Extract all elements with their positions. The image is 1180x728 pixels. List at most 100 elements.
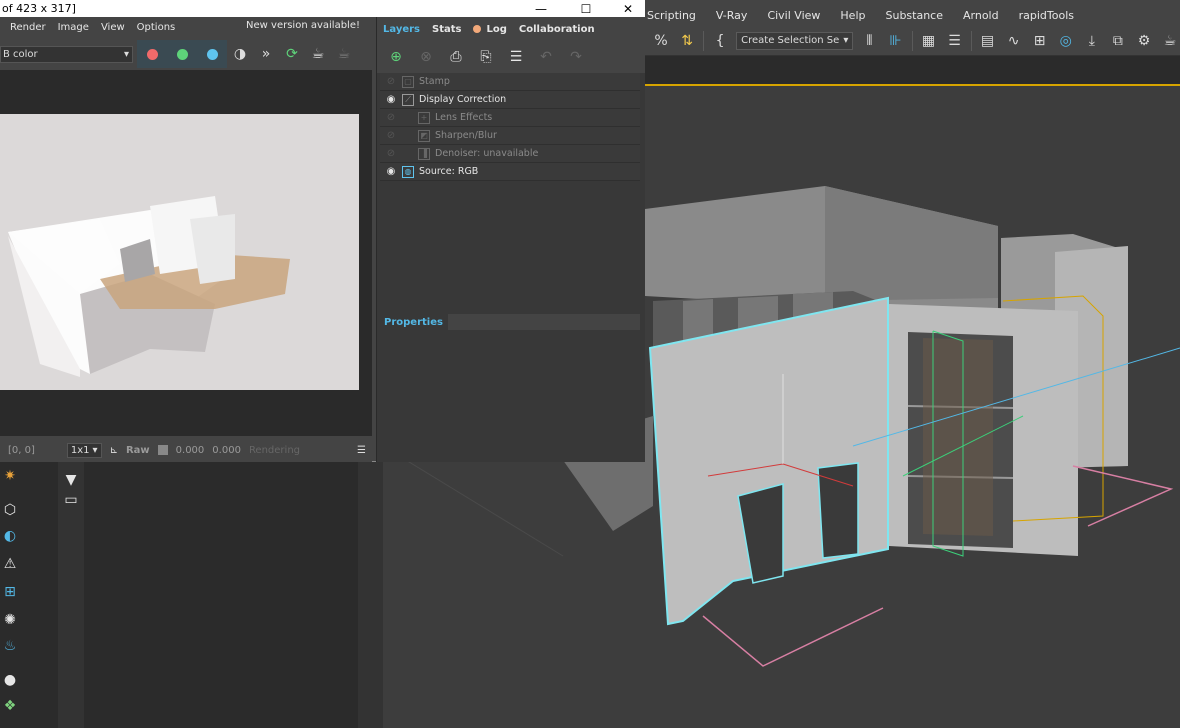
update-render-icon[interactable]: ⟳ bbox=[279, 40, 305, 68]
more-tools-icon[interactable]: » bbox=[253, 40, 279, 68]
visibility-eye-icon[interactable]: ◉ bbox=[380, 166, 402, 177]
rendered-image bbox=[0, 114, 359, 390]
menu-rapidtools[interactable]: rapidTools bbox=[1009, 9, 1084, 22]
close-button[interactable]: ✕ bbox=[608, 0, 648, 17]
multi-material-icon[interactable]: ❖ bbox=[0, 696, 20, 716]
stamp-icon: ▢ bbox=[402, 75, 414, 88]
vfb-menu-options[interactable]: Options bbox=[131, 22, 182, 33]
visibility-eye-icon[interactable]: ◉ bbox=[380, 94, 402, 105]
command-panel-scroll[interactable] bbox=[358, 462, 383, 728]
layer-label: Denoiser: unavailable bbox=[435, 148, 539, 159]
menu-scripting[interactable]: Scripting bbox=[645, 9, 706, 22]
menu-civil-view[interactable]: Civil View bbox=[757, 9, 830, 22]
menu-substance[interactable]: Substance bbox=[875, 9, 953, 22]
red-channel-button[interactable] bbox=[137, 40, 167, 68]
zoom-dropdown[interactable]: 1x1 ▾ bbox=[66, 442, 102, 458]
save-layers-icon[interactable]: ⎙ bbox=[443, 44, 469, 70]
percent-snap-icon[interactable]: % bbox=[651, 30, 671, 52]
vfb-statusbar: [0, 0] 1x1 ▾ ⊾ Raw 0.000 0.000 Rendering… bbox=[0, 438, 372, 462]
mono-channel-icon[interactable]: ◑ bbox=[227, 40, 253, 68]
visibility-toggle-icon[interactable]: ⊘ bbox=[380, 130, 402, 141]
layer-row[interactable]: ⊘ ▢ Stamp bbox=[380, 73, 640, 91]
grass-icon[interactable]: ✺ bbox=[0, 610, 20, 630]
new-version-notice[interactable]: New version available! bbox=[246, 20, 360, 31]
selection-set-label: Create Selection Se bbox=[741, 35, 840, 46]
filter-icon[interactable]: ▼ bbox=[61, 470, 81, 490]
maximize-button[interactable]: ☐ bbox=[566, 0, 606, 17]
layer-list: ⊘ ▢ Stamp ◉ ⟋ Display Correction ⊘ + Len… bbox=[380, 73, 640, 181]
layer-explorer-icon[interactable]: ☰ bbox=[944, 30, 964, 52]
load-layers-icon[interactable]: ⎘ bbox=[473, 44, 499, 70]
layer-row[interactable]: ⊘ + Lens Effects bbox=[380, 109, 640, 127]
back-wall-right bbox=[825, 186, 998, 301]
mirror-icon[interactable]: ⫴ bbox=[859, 30, 879, 52]
layers-panel: Layers Stats Log Collaboration ⊕ ⊗ ⎙ ⎘ ☰… bbox=[376, 17, 645, 462]
channel-select[interactable]: B color ▾ bbox=[0, 45, 133, 63]
layers-toolbar: ⊕ ⊗ ⎙ ⎘ ☰ ↶ ↷ bbox=[377, 41, 645, 73]
edit-named-selection-icon[interactable]: { bbox=[710, 30, 730, 52]
visibility-toggle-icon[interactable]: ⊘ bbox=[380, 112, 402, 123]
green-channel-button[interactable] bbox=[167, 40, 197, 68]
raw-checkbox[interactable] bbox=[157, 445, 168, 455]
blue-channel-button[interactable] bbox=[197, 40, 227, 68]
tab-collaboration[interactable]: Collaboration bbox=[513, 24, 601, 35]
ribbon-toggle-icon[interactable]: ▤ bbox=[977, 30, 997, 52]
log-icon[interactable]: ☰ bbox=[357, 445, 366, 456]
quick-render-icon[interactable]: ◎ bbox=[1056, 30, 1076, 52]
vfb-menu-render[interactable]: Render bbox=[0, 22, 52, 33]
render-production-icon[interactable]: ☕ bbox=[1160, 30, 1180, 52]
chevron-down-icon: ▾ bbox=[123, 48, 129, 60]
menu-help[interactable]: Help bbox=[830, 9, 875, 22]
panel-splitter[interactable] bbox=[380, 307, 643, 311]
visibility-toggle-icon[interactable]: ⊘ bbox=[380, 148, 402, 159]
align-icon[interactable]: ⊪ bbox=[885, 30, 905, 52]
channel-select-value: B color bbox=[3, 48, 38, 60]
menu-vray[interactable]: V-Ray bbox=[706, 9, 758, 22]
layer-label: Sharpen/Blur bbox=[435, 130, 497, 141]
fire-icon[interactable]: ♨ bbox=[0, 636, 20, 656]
box-icon[interactable]: ⬡ bbox=[0, 500, 20, 520]
layer-row[interactable]: ◉ ◍ Source: RGB bbox=[380, 163, 640, 181]
layer-row[interactable]: ◉ ⟋ Display Correction bbox=[380, 91, 640, 109]
create-selection-set-dropdown[interactable]: Create Selection Se ▾ bbox=[736, 31, 854, 50]
interactive-render-icon[interactable]: ☕ bbox=[331, 40, 357, 68]
viewport-label-strip bbox=[645, 56, 1180, 86]
display-icon[interactable]: ▭ bbox=[61, 490, 81, 510]
redo-icon[interactable]: ↷ bbox=[563, 44, 589, 70]
sun-icon[interactable]: ✷ bbox=[0, 466, 20, 486]
render-setup-icon[interactable]: ⧉ bbox=[1108, 30, 1128, 52]
vfb-titlebar: of 423 x 317] — ☐ ✕ bbox=[0, 0, 645, 17]
tab-log[interactable]: Log bbox=[467, 24, 512, 35]
command-panel-filter-column: ▼ ▭ bbox=[58, 462, 84, 728]
layer-row[interactable]: ⊘ ◩ Sharpen/Blur bbox=[380, 127, 640, 145]
undo-icon[interactable]: ↶ bbox=[533, 44, 559, 70]
layer-presets-icon[interactable]: ☰ bbox=[503, 44, 529, 70]
delete-layer-icon[interactable]: ⊗ bbox=[413, 44, 439, 70]
render-frame-icon[interactable]: ⚙ bbox=[1134, 30, 1154, 52]
zoom-value: 1x1 bbox=[70, 444, 90, 456]
vfb-image-area[interactable] bbox=[0, 70, 372, 436]
light-icon[interactable]: ⚠ bbox=[0, 554, 20, 574]
vfb-menu-image[interactable]: Image bbox=[52, 22, 95, 33]
color-picker-icon[interactable]: ⊾ bbox=[110, 445, 118, 456]
properties-header: Properties bbox=[380, 313, 640, 331]
layer-label: Source: RGB bbox=[419, 166, 479, 177]
curve-editor-icon[interactable]: ∿ bbox=[1004, 30, 1024, 52]
sphere-icon[interactable]: ◐ bbox=[0, 526, 20, 546]
scene-explorer-icon[interactable]: ▦ bbox=[918, 30, 938, 52]
tab-layers[interactable]: Layers bbox=[377, 24, 426, 35]
tab-stats[interactable]: Stats bbox=[426, 24, 467, 35]
menu-arnold[interactable]: Arnold bbox=[953, 9, 1009, 22]
add-layer-icon[interactable]: ⊕ bbox=[383, 44, 409, 70]
vfb-toolbar: B color ▾ ◑ » ⟳ ☕ ☕ bbox=[0, 40, 372, 68]
vfb-menu-view[interactable]: View bbox=[95, 22, 131, 33]
render-teapot-icon[interactable]: ☕ bbox=[305, 40, 331, 68]
spinner-snap-icon[interactable]: ⇅ bbox=[677, 30, 697, 52]
fur-icon[interactable]: ⊞ bbox=[0, 582, 20, 602]
material-ball-icon[interactable]: ● bbox=[0, 670, 20, 690]
save-render-icon[interactable]: ⤓ bbox=[1082, 30, 1102, 52]
schematic-view-icon[interactable]: ⊞ bbox=[1030, 30, 1050, 52]
minimize-button[interactable]: — bbox=[521, 0, 561, 17]
visibility-toggle-icon[interactable]: ⊘ bbox=[380, 76, 402, 87]
layer-row[interactable]: ⊘ ▐ Denoiser: unavailable bbox=[380, 145, 640, 163]
